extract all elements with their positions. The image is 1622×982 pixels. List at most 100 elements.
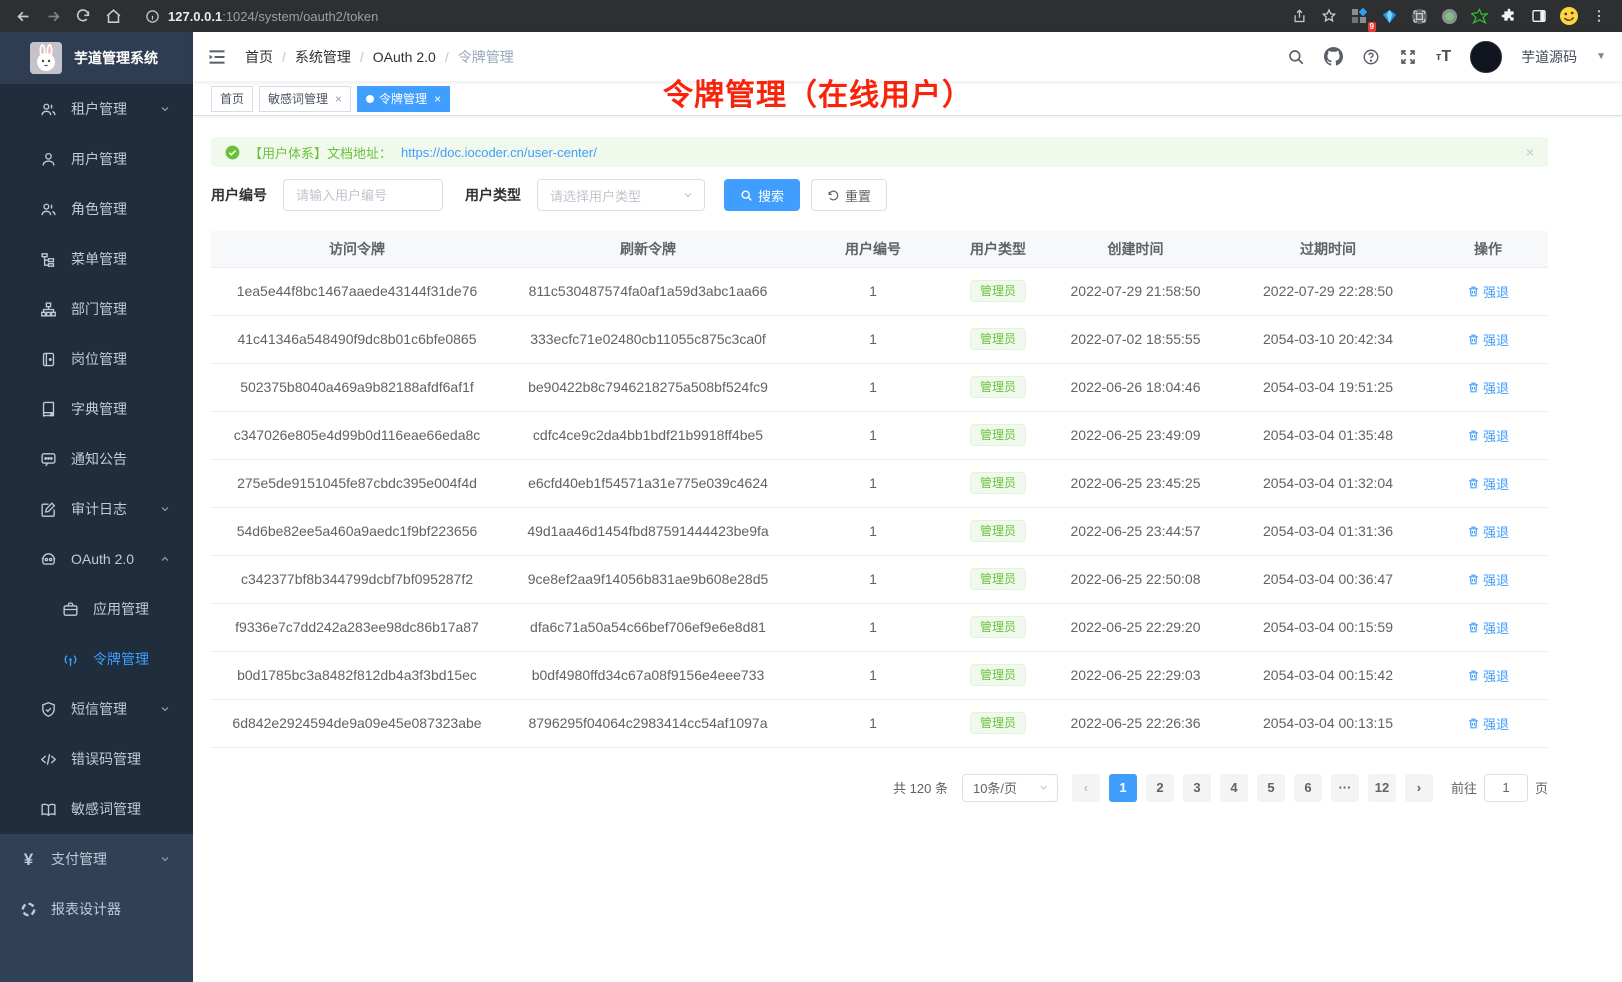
tab-首页[interactable]: 首页 <box>211 86 253 112</box>
caret-down-icon[interactable]: ▼ <box>1596 51 1606 62</box>
page-button-4[interactable]: 4 <box>1220 774 1248 802</box>
search-icon[interactable] <box>1287 48 1305 66</box>
user-type-badge: 管理员 <box>970 712 1026 734</box>
sidebar-item-oauth2-app[interactable]: 应用管理 <box>0 584 193 634</box>
users-icon <box>40 101 57 118</box>
page-size-select[interactable]: 10条/页 <box>962 774 1058 802</box>
home-icon[interactable] <box>100 3 126 29</box>
force-logout-button[interactable]: 强退 <box>1467 330 1509 349</box>
table-row: 41c41346a548490f9dc8b01c6bfe0865333ecfc7… <box>211 315 1548 363</box>
sidebar-item-tenant[interactable]: 租户管理 <box>0 84 193 134</box>
access-token-cell: c347026e805e4d99b0d116eae66eda8c <box>211 411 503 459</box>
app-logo <box>30 42 62 74</box>
sidebar-item-dept[interactable]: 部门管理 <box>0 284 193 334</box>
sidebar-collapse-icon[interactable] <box>207 47 227 67</box>
force-logout-button[interactable]: 强退 <box>1467 474 1509 493</box>
sidebar-item-pay[interactable]: ¥支付管理 <box>0 834 193 884</box>
help-icon[interactable] <box>1362 48 1380 66</box>
reload-icon[interactable] <box>70 3 96 29</box>
tab-close-icon[interactable]: × <box>335 92 342 106</box>
breadcrumb-item[interactable]: OAuth 2.0 <box>373 49 436 65</box>
sidebar-item-dict[interactable]: 字典管理 <box>0 384 193 434</box>
force-logout-button[interactable]: 强退 <box>1467 570 1509 589</box>
total-count: 共 120 条 <box>893 778 948 797</box>
page-button-5[interactable]: 5 <box>1257 774 1285 802</box>
created-time-cell: 2022-06-25 22:26:36 <box>1043 699 1228 747</box>
trash-icon <box>1467 669 1480 682</box>
force-logout-button[interactable]: 强退 <box>1467 618 1509 637</box>
prev-page-button[interactable]: ‹ <box>1072 774 1100 802</box>
sidebar-item-sensitive[interactable]: 敏感词管理 <box>0 784 193 834</box>
sidebar-item-sms[interactable]: 短信管理 <box>0 684 193 734</box>
user-id-cell: 1 <box>793 651 953 699</box>
page-button-6[interactable]: 6 <box>1294 774 1322 802</box>
user-type-select[interactable]: 请选择用户类型 <box>537 179 705 211</box>
share-icon[interactable] <box>1286 3 1312 29</box>
expire-time-cell: 2054-03-04 01:31:36 <box>1228 507 1428 555</box>
extension-puzzle-icon[interactable] <box>1496 3 1522 29</box>
extension-record-icon[interactable] <box>1436 3 1462 29</box>
github-icon[interactable] <box>1324 47 1343 66</box>
back-icon[interactable] <box>10 3 36 29</box>
pager-ellipsis[interactable]: ··· <box>1331 774 1359 802</box>
search-button[interactable]: 搜索 <box>724 179 800 211</box>
breadcrumb-item[interactable]: 系统管理 <box>295 47 351 67</box>
extension-command-icon[interactable] <box>1406 3 1432 29</box>
app-logo-bar[interactable]: 芋道管理系统 <box>0 32 193 84</box>
font-size-icon[interactable]: тT <box>1436 48 1451 66</box>
alert-close-icon[interactable]: × <box>1526 144 1534 160</box>
goto-page-input[interactable] <box>1484 774 1528 802</box>
force-logout-button[interactable]: 强退 <box>1467 426 1509 445</box>
extension-star-icon[interactable] <box>1466 3 1492 29</box>
sidebar-item-notice[interactable]: 通知公告 <box>0 434 193 484</box>
sidebar-item-role[interactable]: 角色管理 <box>0 184 193 234</box>
reset-button[interactable]: 重置 <box>811 179 887 211</box>
sidebar-item-user[interactable]: 用户管理 <box>0 134 193 184</box>
user-id-input[interactable] <box>283 179 443 211</box>
refresh-token-cell: 8796295f04064c2983414cc54af1097a <box>503 699 793 747</box>
profile-avatar-icon[interactable] <box>1556 3 1582 29</box>
sidebar-item-oauth2[interactable]: OAuth 2.0 <box>0 534 193 584</box>
breadcrumb-item[interactable]: 首页 <box>245 47 273 67</box>
side-panel-icon[interactable] <box>1526 3 1552 29</box>
user-avatar[interactable] <box>1470 41 1502 73</box>
address-bar[interactable]: 127.0.0.1:1024/system/oauth2/token <box>144 3 1282 29</box>
force-logout-button[interactable]: 强退 <box>1467 666 1509 685</box>
page-button-3[interactable]: 3 <box>1183 774 1211 802</box>
sidebar-item-audit-log[interactable]: 审计日志 <box>0 484 193 534</box>
access-token-cell: 41c41346a548490f9dc8b01c6bfe0865 <box>211 315 503 363</box>
sidebar-item-report[interactable]: 报表设计器 <box>0 884 193 934</box>
edit-icon <box>40 501 57 518</box>
tab-close-icon[interactable]: × <box>434 92 441 106</box>
forward-icon[interactable] <box>40 3 66 29</box>
extension-grid-icon[interactable]: 9 <box>1346 3 1372 29</box>
sidebar-item-errcode[interactable]: 错误码管理 <box>0 734 193 784</box>
user-type-badge: 管理员 <box>970 520 1026 542</box>
page-info-icon[interactable] <box>144 3 160 29</box>
tab-敏感词管理[interactable]: 敏感词管理× <box>259 86 351 112</box>
browser-menu-icon[interactable] <box>1586 3 1612 29</box>
user-icon <box>40 151 57 168</box>
column-header: 操作 <box>1428 231 1548 267</box>
force-logout-button[interactable]: 强退 <box>1467 522 1509 541</box>
extension-diamond-icon[interactable] <box>1376 3 1402 29</box>
username[interactable]: 芋道源码 <box>1521 47 1577 67</box>
sidebar-item-oauth2-token[interactable]: 令牌管理 <box>0 634 193 684</box>
force-logout-button[interactable]: 强退 <box>1467 378 1509 397</box>
sidebar-item-post[interactable]: 岗位管理 <box>0 334 193 384</box>
breadcrumb: 首页/系统管理/OAuth 2.0/令牌管理 <box>245 47 514 67</box>
doc-link[interactable]: https://doc.iocoder.cn/user-center/ <box>401 145 597 160</box>
sidebar-item-menu[interactable]: 菜单管理 <box>0 234 193 284</box>
trash-icon <box>1467 333 1480 346</box>
bookmark-star-icon[interactable] <box>1316 3 1342 29</box>
tab-令牌管理[interactable]: 令牌管理× <box>357 86 450 112</box>
force-logout-button[interactable]: 强退 <box>1467 714 1509 733</box>
next-page-button[interactable]: › <box>1405 774 1433 802</box>
fullscreen-icon[interactable] <box>1399 48 1417 66</box>
action-cell: 强退 <box>1428 699 1548 747</box>
page-button-12[interactable]: 12 <box>1368 774 1396 802</box>
force-logout-button[interactable]: 强退 <box>1467 282 1509 301</box>
page-button-1[interactable]: 1 <box>1109 774 1137 802</box>
page-button-2[interactable]: 2 <box>1146 774 1174 802</box>
success-check-icon <box>225 145 240 160</box>
